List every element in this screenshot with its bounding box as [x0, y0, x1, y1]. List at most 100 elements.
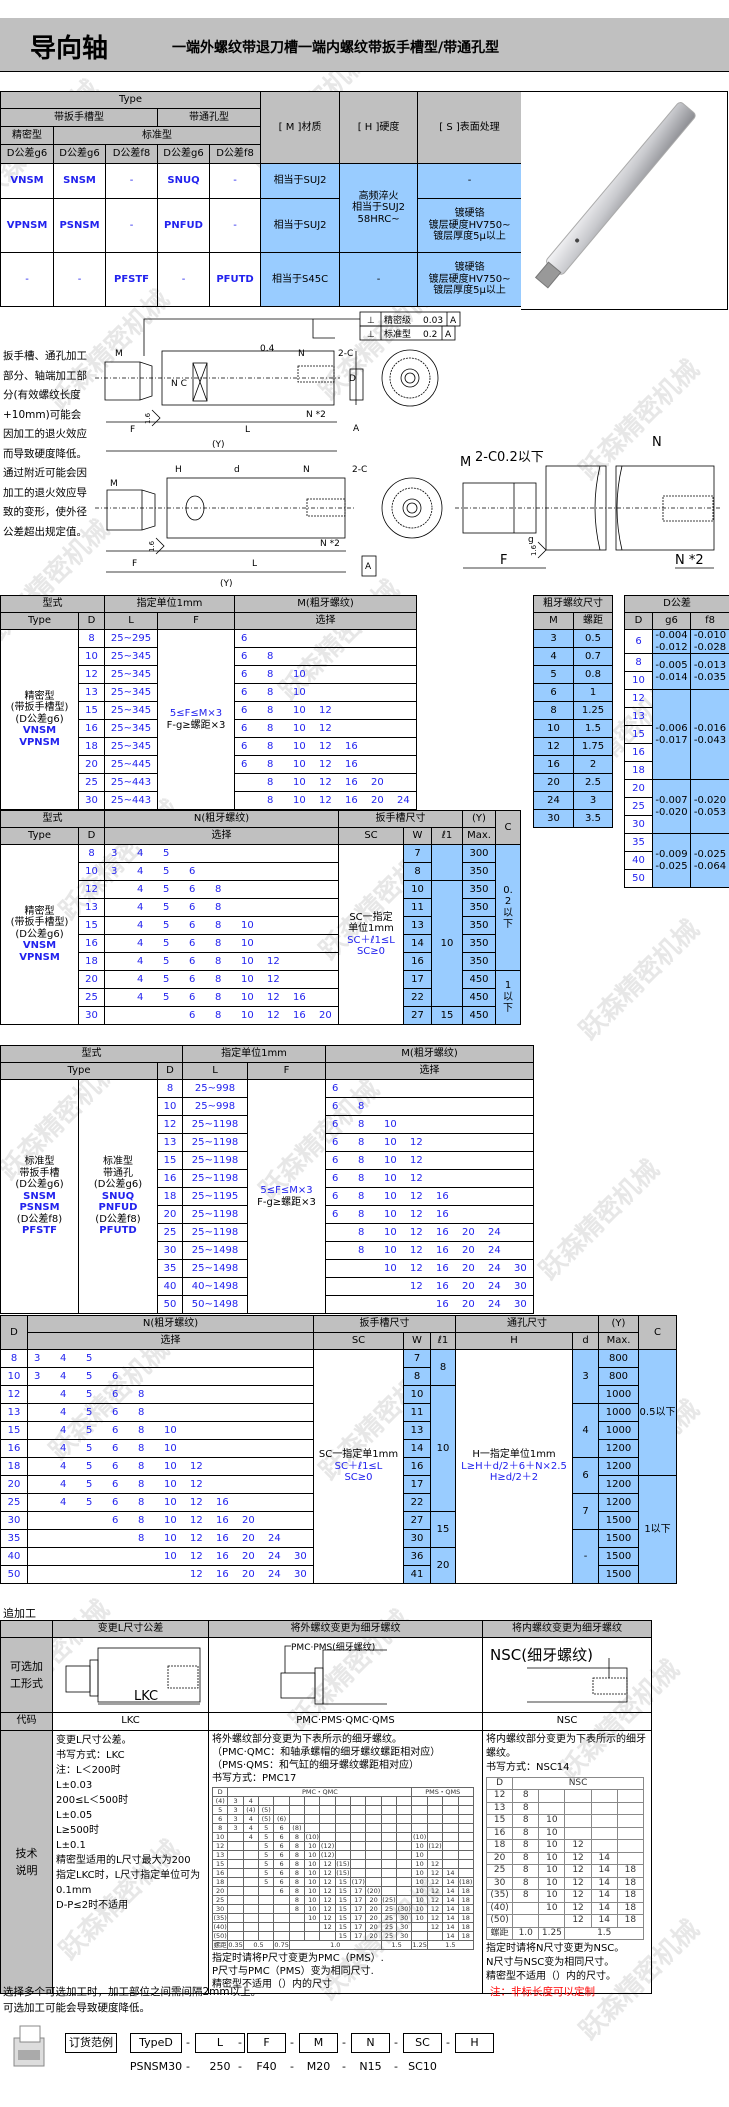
- through-type-header: 带通孔型: [156, 108, 262, 127]
- text-line: SNSM: [23, 1190, 56, 1202]
- label-nc: N C: [171, 379, 187, 389]
- pitch-label: 螺距: [485, 1926, 514, 1940]
- pmc-value: 14: [442, 1930, 459, 1941]
- nsc-value: [538, 1789, 566, 1803]
- max-value: 1000: [598, 1421, 639, 1440]
- type-code: -: [0, 252, 54, 307]
- nsc-label: NSC(细牙螺纹): [490, 1646, 593, 1664]
- th-select: 选择: [325, 1062, 535, 1080]
- thread-option: 12: [410, 1154, 423, 1166]
- pmc-d: 10: [211, 1831, 229, 1842]
- table-row: 12 4 5 6 8 10 10 350: [1, 880, 521, 1007]
- l1-value: 15: [430, 1511, 456, 1548]
- text-line: (D公差g6): [93, 1179, 143, 1191]
- nsc-value: 10: [538, 1839, 566, 1853]
- text-line: 镀硬铬: [454, 208, 485, 220]
- coarse-row: 10 1.5: [533, 719, 613, 738]
- pmc-value: [411, 1813, 428, 1824]
- pmc-value: 14: [442, 1876, 459, 1887]
- thread-options: 3 4 5: [104, 844, 339, 863]
- nsc-value: 18: [616, 1901, 645, 1915]
- pmc-value: (15): [334, 1858, 352, 1869]
- th-coarse-pitch: 螺距: [573, 612, 613, 630]
- thread-m: 5: [533, 665, 574, 684]
- pmc-value: 17: [350, 1930, 367, 1941]
- pmc-value: [457, 1831, 474, 1842]
- pmc-value: [411, 1930, 428, 1941]
- thread-options: 68: [325, 1097, 535, 1116]
- pmc-value: [350, 1858, 367, 1869]
- pmc-value: 10: [411, 1876, 428, 1887]
- pmc-value: [334, 1831, 352, 1842]
- label-n2-2: N *2: [320, 539, 340, 549]
- text-line: 相当于SUJ2: [352, 202, 406, 214]
- pmc-value: 10: [304, 1903, 321, 1914]
- hardness-header: [ H ]硬度: [339, 91, 419, 164]
- pmc-value: 5: [258, 1858, 275, 1869]
- l-range: 25~1498: [182, 1259, 248, 1278]
- text-line: -0.012: [655, 641, 688, 653]
- thread-option: 12: [190, 1496, 203, 1508]
- pmc-value: [242, 1903, 260, 1914]
- pmc-value: [380, 1885, 398, 1896]
- pmc-value: 12: [319, 1903, 336, 1914]
- thread-option: 6: [241, 668, 248, 680]
- pmc-value: [242, 1840, 260, 1851]
- pmc-value: [457, 1813, 474, 1824]
- note-2: 可选加工可能会导致硬度降低。: [3, 2002, 150, 2014]
- d-value: 25: [78, 988, 105, 1007]
- text-line: 镀层硬度HV750~: [428, 219, 511, 231]
- pmc-value: [426, 1813, 444, 1824]
- nsc-value: 12: [564, 1864, 592, 1878]
- th-nsc: 将内螺纹变更为细牙螺纹: [482, 1620, 652, 1638]
- thread-option: 3: [111, 865, 118, 877]
- precision-n-table: 型式 N(粗牙螺纹) 扳手槽尺寸 (Y) C Type D 选择 SC Wℓ1 Max. 精密型(…: [0, 810, 521, 1025]
- thread-option: 12: [410, 1172, 423, 1184]
- pmc-value: (12): [319, 1849, 336, 1860]
- d-value: 15: [0, 1421, 28, 1440]
- w-value: 14: [403, 934, 432, 953]
- w-value: 22: [403, 1493, 431, 1512]
- thread-option: 6: [112, 1388, 119, 1400]
- order-value: SC10: [408, 2060, 437, 2073]
- shaft-drawing-through-hole: 1.6 H d N 2-C M N *2 A F L (Y): [95, 465, 443, 589]
- nsc-d: 18: [485, 1839, 514, 1853]
- pitch-value: 1.25: [538, 1926, 566, 1940]
- text-line: -0.053: [693, 806, 727, 818]
- d-value: 20: [157, 1205, 183, 1224]
- thread-option: 12: [267, 991, 280, 1003]
- pmc-d: 5: [211, 1804, 229, 1815]
- th-l1: ℓ1: [430, 1332, 456, 1350]
- pmc-value: 17: [350, 1921, 367, 1932]
- pmc-value: 15: [334, 1912, 352, 1923]
- thread-option: 12: [190, 1460, 203, 1472]
- label-chamfer: 2-C: [338, 349, 353, 359]
- surface-treatment: 镀硬铬 镀层硬度HV750~ 镀层厚度5μ以上: [417, 252, 523, 307]
- th-c: C: [638, 1315, 677, 1350]
- svg-text:⊥: ⊥: [367, 330, 375, 340]
- order-field-m: M: [299, 2033, 338, 2053]
- pmc-value: [258, 1903, 275, 1914]
- label-m-detail: M: [460, 455, 471, 470]
- thread-option: 10: [384, 1154, 397, 1166]
- max-value: 350: [462, 952, 496, 971]
- nsc-value: [512, 1914, 540, 1928]
- thread-option: 4: [60, 1370, 67, 1382]
- nsc-value: 10: [538, 1826, 566, 1840]
- thread-options: 6 8 10: [325, 1115, 535, 1134]
- standard-n-table: D N(粗牙螺纹) 扳手槽尺寸 通孔尺寸 (Y) C 选择 SC Wℓ1 Hd Max. 8345…: [0, 1315, 677, 1584]
- thread-option: 4: [137, 883, 144, 895]
- d-value: 50: [157, 1295, 183, 1314]
- w-value: 27: [403, 1006, 432, 1025]
- thread-option: 6: [112, 1514, 119, 1526]
- thread-option: 5: [163, 919, 170, 931]
- lkc-line: 注：L＜200时: [56, 1764, 121, 1776]
- pmc-value: 15: [334, 1930, 352, 1941]
- pmc-value: 12: [426, 1867, 444, 1878]
- nsc-value: [564, 1789, 592, 1803]
- pmc-value: 12: [426, 1876, 444, 1887]
- pmc-value: 10: [304, 1867, 321, 1878]
- type-header: Type: [0, 91, 262, 109]
- type-code: PNFUD: [157, 198, 210, 253]
- thread-option: 8: [138, 1388, 145, 1400]
